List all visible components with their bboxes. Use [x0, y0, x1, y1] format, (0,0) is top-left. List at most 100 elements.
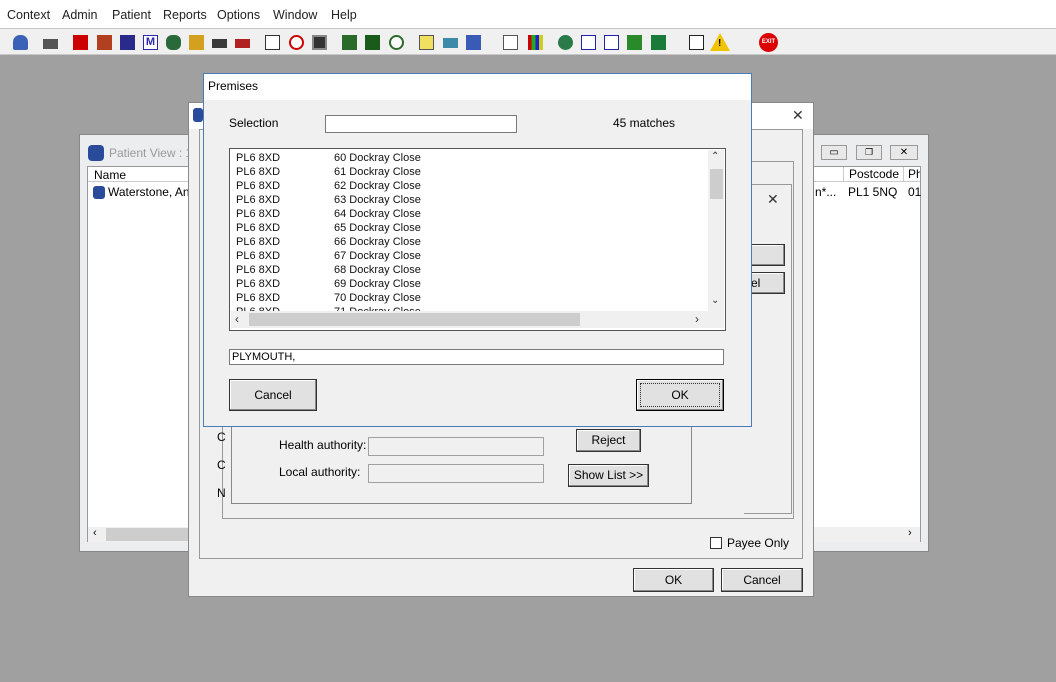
person-icon[interactable] — [463, 32, 484, 53]
payee-only-label: Payee Only — [727, 536, 790, 550]
close-icon[interactable]: ✕ — [792, 107, 804, 124]
menu-context[interactable]: Context — [7, 8, 50, 22]
list-item-address: 70 Dockray Close — [334, 292, 421, 304]
monitor-icon[interactable] — [309, 32, 330, 53]
minimize-button[interactable]: ▭ — [821, 145, 847, 160]
list-item-postcode: PL6 8XD — [236, 250, 281, 262]
side-label-1: C — [217, 430, 226, 444]
doctor-icon[interactable] — [163, 32, 184, 53]
clock-icon[interactable] — [286, 32, 307, 53]
menu-reports[interactable]: Reports — [163, 8, 207, 22]
list-item-address: 68 Dockray Close — [334, 264, 421, 276]
restore-button[interactable]: ❐ — [856, 145, 882, 160]
list-item-address: 62 Dockray Close — [334, 180, 421, 192]
menu-window[interactable]: Window — [273, 8, 317, 22]
ok-button[interactable]: OK — [636, 379, 724, 411]
document-icon[interactable] — [500, 32, 521, 53]
report-icon[interactable] — [339, 32, 360, 53]
local-authority-label: Local authority: — [279, 465, 361, 479]
check-list-2-icon[interactable] — [601, 32, 622, 53]
ok-button[interactable]: OK — [633, 568, 714, 592]
selection-label: Selection — [229, 116, 279, 130]
gauge-icon[interactable] — [386, 32, 407, 53]
m-icon[interactable]: M — [140, 32, 161, 53]
payee-only-checkbox[interactable] — [710, 537, 722, 549]
exit-icon[interactable]: EXIT — [759, 33, 778, 52]
health-authority-label: Health authority: — [279, 438, 367, 452]
list-item-address: 61 Dockray Close — [334, 166, 421, 178]
column-postcode-header[interactable]: Postcode — [843, 167, 903, 182]
bed-icon[interactable] — [440, 32, 461, 53]
selection-input[interactable] — [325, 115, 517, 133]
column-ph-header[interactable]: Ph — [903, 167, 920, 182]
list-item-address: 66 Dockray Close — [334, 236, 421, 248]
list-item-postcode: PL6 8XD — [236, 278, 281, 290]
list-item-address: 69 Dockray Close — [334, 278, 421, 290]
arrows-icon[interactable] — [624, 32, 645, 53]
notes-icon[interactable] — [186, 32, 207, 53]
list-item-address: 63 Dockray Close — [334, 194, 421, 206]
ambulance-icon[interactable] — [209, 32, 230, 53]
cancel-button[interactable]: Cancel — [229, 379, 317, 411]
vertical-scrollbar-thumb[interactable] — [710, 169, 723, 199]
menu-help[interactable]: Help — [331, 8, 357, 22]
bar-chart-icon[interactable] — [525, 32, 546, 53]
folder-edit-icon[interactable] — [94, 32, 115, 53]
list-item-address: 65 Dockray Close — [334, 222, 421, 234]
list-item-postcode: PL6 8XD — [236, 236, 281, 248]
scrollbar-thumb[interactable] — [106, 528, 196, 541]
chart-icon[interactable] — [362, 32, 383, 53]
close-icon[interactable]: ✕ — [890, 145, 918, 160]
patient-view-icon — [88, 145, 104, 161]
menu-admin[interactable]: Admin — [62, 8, 97, 22]
note-icon[interactable] — [416, 32, 437, 53]
reject-button[interactable]: Reject — [576, 429, 641, 452]
book-icon[interactable] — [70, 32, 91, 53]
patient-row-ph[interactable]: 01 — [908, 185, 921, 199]
side-label-3: N — [217, 486, 226, 500]
scroll-left-icon[interactable]: ‹ — [235, 312, 239, 326]
list-item-postcode: PL6 8XD — [236, 194, 281, 206]
swap-icon[interactable] — [686, 32, 707, 53]
patient-icon[interactable] — [10, 32, 31, 53]
dialog-icon — [193, 108, 203, 122]
local-authority-field[interactable] — [368, 464, 544, 483]
premises-list: PL6 8XD 60 Dockray Close PL6 8XD 61 Dockray… — [229, 148, 726, 331]
warning-icon[interactable]: ! — [710, 33, 730, 51]
sub-dialog-close-icon[interactable]: ✕ — [767, 191, 779, 208]
side-label-2: C — [217, 458, 226, 472]
patient-row-postcode[interactable]: PL1 5NQ — [848, 185, 897, 199]
printer-icon[interactable] — [40, 32, 61, 53]
patient-view-title: Patient View : 1 — [109, 146, 193, 160]
town-field[interactable] — [229, 349, 724, 365]
column-name-header[interactable]: Name — [94, 168, 126, 182]
list-item-address: 60 Dockray Close — [334, 152, 421, 164]
premises-rows: PL6 8XD 60 Dockray Close PL6 8XD 61 Dockray… — [236, 152, 706, 311]
scroll-down-icon[interactable]: ⌄ — [711, 295, 719, 306]
globe-icon[interactable] — [555, 32, 576, 53]
show-list-button[interactable]: Show List >> — [568, 464, 649, 487]
scroll-left-icon[interactable]: ‹ — [93, 527, 97, 539]
menu-options[interactable]: Options — [217, 8, 260, 22]
patient-row-extra: n*... — [815, 185, 837, 199]
scroll-right-icon[interactable]: › — [695, 312, 699, 326]
patient-row-name[interactable]: Waterstone, And — [108, 185, 196, 199]
list-item-postcode: PL6 8XD — [236, 292, 281, 304]
list-item-postcode: PL6 8XD — [236, 180, 281, 192]
matches-count: 45 matches — [613, 116, 676, 130]
list-item-postcode: PL6 8XD — [236, 166, 281, 178]
scroll-up-icon[interactable]: ⌃ — [711, 151, 719, 162]
premises-titlebar — [204, 74, 751, 100]
envelope-icon[interactable] — [262, 32, 283, 53]
menu-patient[interactable]: Patient — [112, 8, 151, 22]
car-icon[interactable] — [232, 32, 253, 53]
health-authority-field[interactable] — [368, 437, 544, 456]
list-item-postcode: PL6 8XD — [236, 152, 281, 164]
horizontal-scrollbar-thumb[interactable] — [249, 313, 580, 326]
scroll-right-icon[interactable]: › — [908, 527, 912, 539]
recycle-icon[interactable] — [648, 32, 669, 53]
list-icon[interactable] — [117, 32, 138, 53]
cancel-button[interactable]: Cancel — [721, 568, 803, 592]
check-list-icon[interactable] — [578, 32, 599, 53]
premises-title: Premises — [208, 79, 259, 93]
